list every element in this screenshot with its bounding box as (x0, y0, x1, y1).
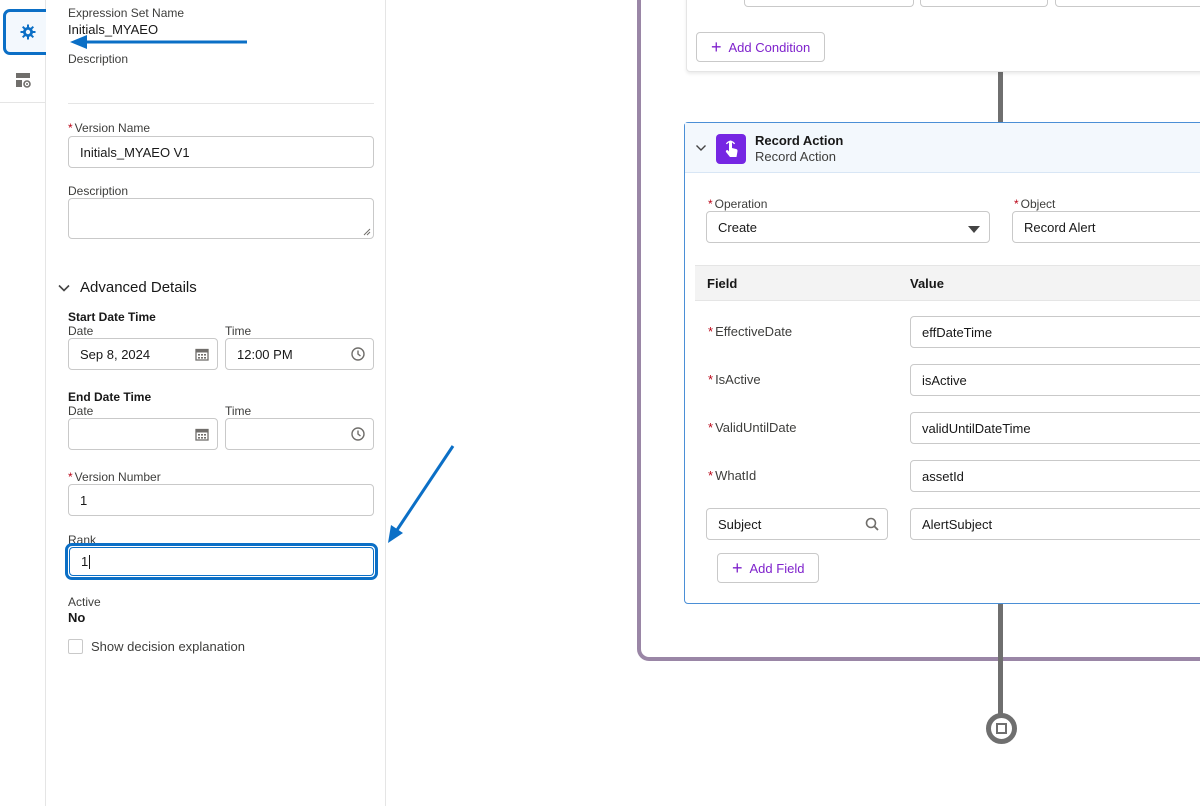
arrow-pointing-to-rank-input (388, 445, 455, 543)
arrow-pointing-to-expression-set-name (70, 35, 247, 49)
annotation-arrows (70, 35, 455, 543)
